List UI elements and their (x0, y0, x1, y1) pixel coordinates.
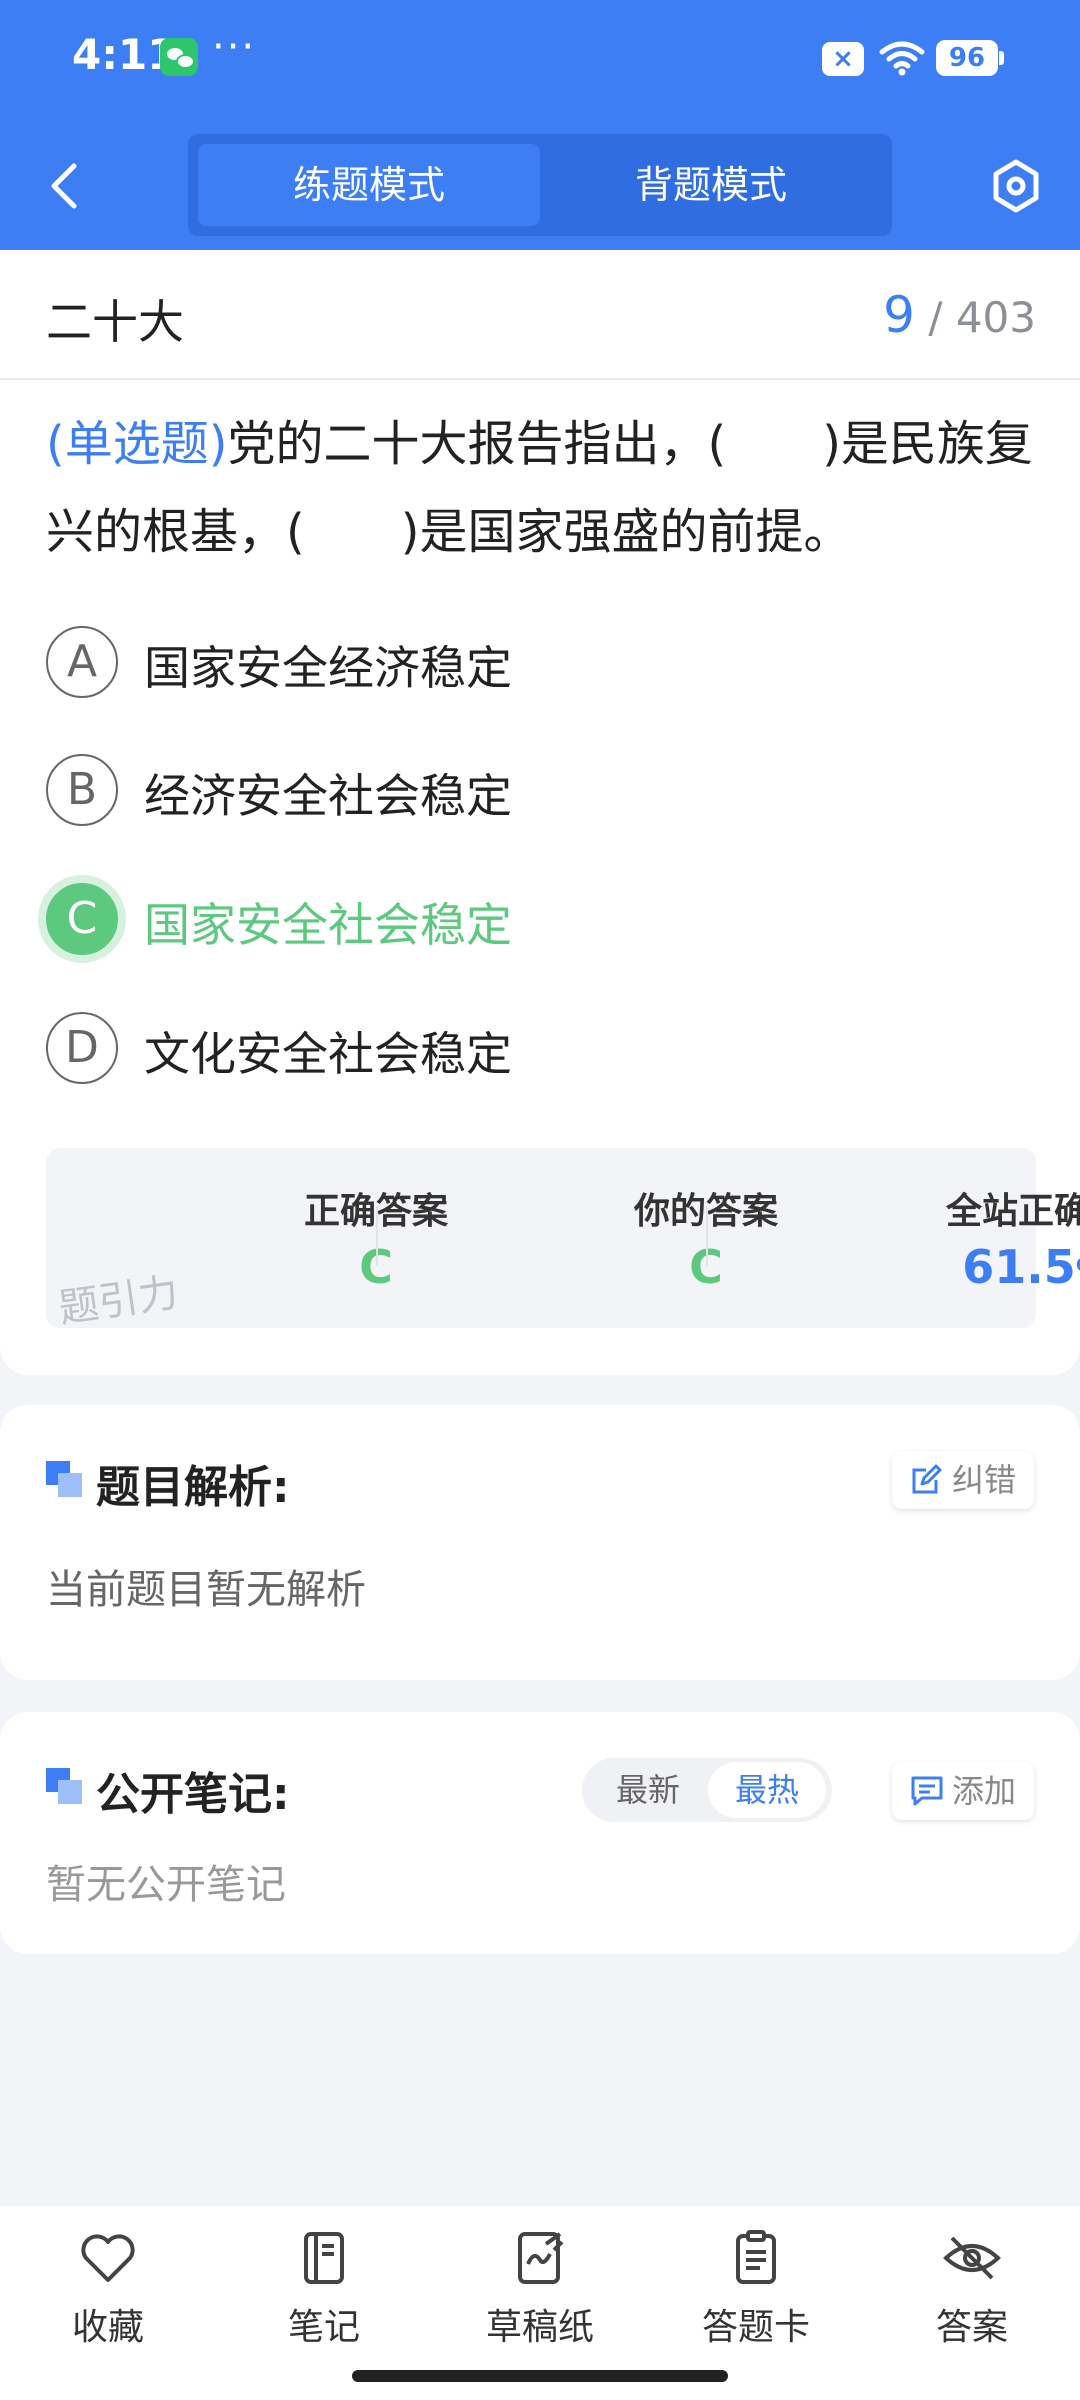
report-error-button[interactable]: 纠错 (891, 1451, 1034, 1509)
no-sim-icon: × (822, 42, 864, 76)
your-answer-col: 你的答案 C (376, 1148, 778, 1328)
option-d[interactable]: D 文化安全社会稳定 (46, 1008, 946, 1088)
total-count: / 403 (928, 293, 1036, 342)
top-header: 4:11 ··· × 96 练题模式 背题模式 (0, 0, 1080, 250)
back-arrow-icon[interactable] (44, 158, 84, 214)
analysis-title: 题目解析: (96, 1462, 290, 1513)
notebook-icon (304, 2232, 344, 2284)
option-a[interactable]: A 国家安全经济稳定 (46, 622, 946, 702)
mode-switch: 练题模式 背题模式 (188, 134, 892, 236)
accuracy-unit: % (1076, 1252, 1080, 1292)
comment-icon (911, 1776, 943, 1806)
home-indicator (352, 2370, 728, 2382)
option-c[interactable]: C 国家安全社会稳定 (46, 879, 946, 959)
answer-summary: 正确答案 C 你的答案 C 全站正确率 61.5% 题引力 (46, 1148, 1080, 1332)
answer-card-icon (736, 2230, 776, 2284)
eye-off-icon (943, 2236, 1001, 2280)
tab-label: 笔记 (287, 2307, 360, 2348)
public-notes-card: 公开笔记: 最新 最热 添加 暂无公开笔记 (0, 1712, 1080, 1954)
question-card: 二十大 9 / 403 (单选题)党的二十大报告指出，( )是民族复兴的根基，(… (0, 250, 1080, 1375)
wifi-icon (879, 41, 925, 76)
sort-hot[interactable]: 最热 (708, 1762, 826, 1818)
analysis-card: 题目解析: 纠错 当前题目暂无解析 (0, 1405, 1080, 1680)
add-note-label: 添加 (951, 1772, 1016, 1810)
option-text: 国家安全社会稳定 (144, 898, 512, 952)
option-letter: C (46, 883, 118, 955)
chapter-title: 二十大 (46, 295, 184, 349)
tab-practice-mode[interactable]: 练题模式 (198, 144, 540, 226)
tab-label: 答案 (935, 2307, 1008, 2348)
question-stem: (单选题)党的二十大报告指出，( )是民族复兴的根基，( )是国家强盛的前提。 (46, 400, 1042, 576)
tab-answer[interactable]: 答案 (892, 2230, 1052, 2380)
draft-icon (518, 2232, 564, 2284)
site-accuracy-value: 61.5% (871, 1240, 1080, 1294)
wechat-icon (160, 38, 198, 76)
tab-answer-card[interactable]: 答题卡 (676, 2230, 836, 2380)
report-error-label: 纠错 (951, 1461, 1016, 1499)
more-notifications-icon: ··· (212, 24, 257, 70)
analysis-body: 当前题目暂无解析 (46, 1567, 366, 1613)
option-letter: B (46, 754, 118, 826)
sort-latest[interactable]: 最新 (588, 1758, 708, 1822)
notes-empty: 暂无公开笔记 (46, 1862, 286, 1908)
heart-icon (81, 2234, 135, 2282)
current-index: 9 (883, 286, 915, 344)
option-b[interactable]: B 经济安全社会稳定 (46, 750, 946, 830)
site-accuracy-label: 全站正确率 (945, 1191, 1080, 1232)
notes-title: 公开笔记: (96, 1769, 290, 1820)
edit-icon (912, 1464, 942, 1494)
option-text: 文化安全社会稳定 (144, 1027, 512, 1081)
status-bar: 4:11 ··· × 96 (0, 0, 1080, 120)
option-text: 经济安全社会稳定 (144, 769, 512, 823)
site-accuracy-col: 全站正确率 61.5% (706, 1148, 1080, 1328)
tab-label: 草稿纸 (485, 2307, 594, 2348)
tab-label: 答题卡 (701, 2307, 810, 2348)
battery-indicator: 96 (936, 40, 1004, 76)
add-note-button[interactable]: 添加 (891, 1762, 1034, 1820)
question-counter[interactable]: 9 / 403 (883, 286, 1036, 344)
chapter-row: 二十大 9 / 403 (0, 250, 1080, 380)
tab-notes[interactable]: 笔记 (244, 2230, 404, 2380)
tab-draft[interactable]: 草稿纸 (460, 2230, 620, 2380)
question-type: (单选题) (46, 416, 228, 472)
tab-label: 收藏 (71, 2307, 144, 2348)
option-letter: A (46, 626, 118, 698)
accuracy-number: 61.5 (962, 1240, 1076, 1294)
notes-sort-toggle: 最新 最热 (582, 1758, 832, 1822)
settings-hexagon-icon[interactable] (990, 158, 1042, 214)
tab-memorize-mode[interactable]: 背题模式 (540, 144, 882, 226)
option-text: 国家安全经济稳定 (144, 641, 512, 695)
tab-favorite[interactable]: 收藏 (28, 2230, 188, 2380)
option-letter: D (46, 1012, 118, 1084)
